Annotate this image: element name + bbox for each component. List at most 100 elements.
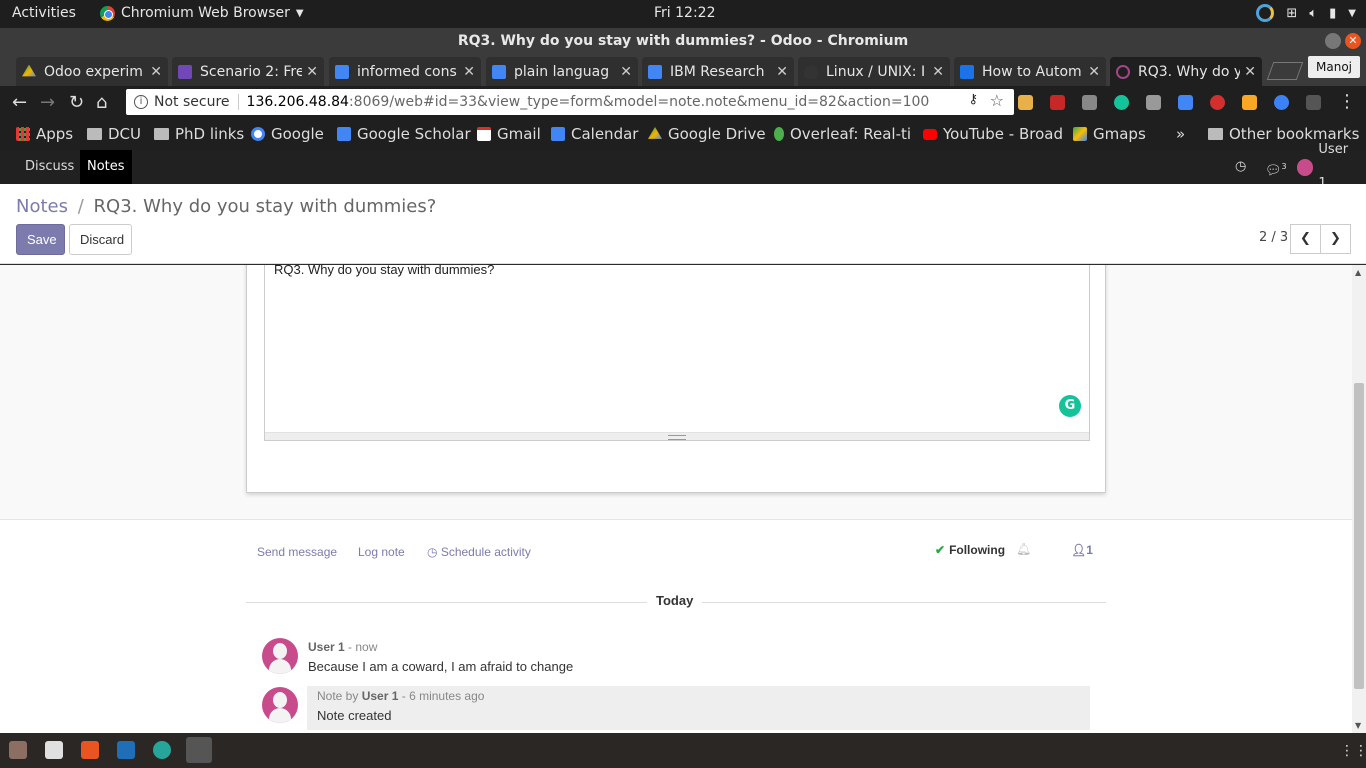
network-icon[interactable]: ⊞ [1286,6,1297,21]
grammarly-extension-icon[interactable] [1114,95,1129,110]
extension-icon[interactable] [1306,95,1321,110]
tab-how-to-automate[interactable]: How to Autom ✕ [954,57,1106,86]
close-window-button[interactable]: ✕ [1345,33,1361,49]
breadcrumb-notes-link[interactable]: Notes [16,196,68,217]
tab-scenario-2[interactable]: Scenario 2: Fre ✕ [172,57,324,86]
tab-close-icon[interactable]: ✕ [1244,64,1256,80]
bookmark-calendar[interactable]: Calendar [551,125,638,143]
software-center-icon[interactable] [81,741,99,759]
bookmark-youtube[interactable]: YouTube - Broad [923,125,1063,143]
vscode-icon[interactable] [117,741,135,759]
send-message-link[interactable]: Send message [257,545,337,559]
followers-button[interactable]: 👤︎1 [1071,543,1093,557]
new-tab-button[interactable] [1266,62,1304,80]
messages-icon[interactable]: 💬︎3 [1258,150,1294,184]
note-editor[interactable]: RQ3. Why do you stay with dummies? G [264,265,1090,441]
extension-icon[interactable] [1082,95,1097,110]
extension-icon[interactable] [1050,95,1065,110]
tab-strip: Odoo experim ✕ Scenario 2: Fre ✕ informe… [0,54,1366,86]
system-menu-chevron-icon[interactable]: ▼ [1348,8,1356,19]
volume-icon[interactable]: 🔈︎ [1309,6,1317,21]
scrollbar-thumb[interactable] [1354,383,1364,689]
bookmark-star-icon[interactable]: ☆ [990,91,1004,110]
bookmark-google-drive[interactable]: Google Drive [648,125,766,143]
tab-odoo-experiment[interactable]: Odoo experim ✕ [16,57,168,86]
app-icon[interactable] [153,741,171,759]
schedule-activity-link[interactable]: ◷ Schedule activity [427,545,531,559]
log-note-link[interactable]: Log note [358,545,405,559]
key-icon[interactable]: ⚷ [968,92,978,107]
back-arrow-icon[interactable]: ← [12,92,27,113]
page-scrollbar[interactable]: ▲ ▼ [1352,265,1366,733]
chromium-dock-icon[interactable] [186,737,212,763]
show-applications-icon[interactable]: ⋮⋮⋮ [1340,743,1366,759]
files-icon[interactable] [9,741,27,759]
bookmark-google-scholar[interactable]: Google Scholar [337,125,471,143]
tab-close-icon[interactable]: ✕ [150,64,162,80]
tab-ibm-research[interactable]: IBM Research ✕ [642,57,794,86]
bookmark-apps[interactable]: Apps [16,125,73,143]
tab-rq3-active[interactable]: RQ3. Why do y ✕ [1110,57,1262,86]
clock[interactable]: Fri 12:22 [654,5,715,21]
address-bar[interactable]: i Not secure 136.206.48.84 :8069/web#id=… [126,89,1014,115]
pager-next-button[interactable]: ❯ [1320,224,1351,254]
message-author[interactable]: User 1 [308,640,345,654]
extension-icon[interactable] [1146,95,1161,110]
activities-button[interactable]: Activities [12,5,76,21]
message-avatar[interactable] [262,638,298,674]
discard-button[interactable]: Discard [69,224,132,255]
save-button[interactable]: Save [16,224,65,255]
extension-icon[interactable] [1210,95,1225,110]
bookmark-dcu[interactable]: DCU [87,125,141,143]
info-icon[interactable]: i [134,95,148,109]
bookmark-google[interactable]: Google [251,125,324,143]
sync-icon[interactable] [1256,4,1275,22]
bookmark-phd-links[interactable]: PhD links [154,125,244,143]
tab-close-icon[interactable]: ✕ [463,64,475,80]
following-button[interactable]: ✔ Following [935,543,1005,557]
resize-handle[interactable] [265,432,1089,440]
pager-previous-button[interactable]: ❮ [1290,224,1321,254]
linux-icon [804,64,818,79]
grammarly-icon[interactable]: G [1059,395,1081,417]
bell-icon[interactable]: 🔔︎ [1016,542,1031,556]
disk-icon[interactable] [45,741,63,759]
user-menu[interactable]: User 1 [1290,142,1366,191]
translate-extension-icon[interactable] [1178,95,1193,110]
forward-arrow-icon[interactable]: → [40,92,55,113]
menu-kebab-icon[interactable]: ⋮ [1338,91,1356,112]
nav-discuss[interactable]: Discuss [18,150,81,184]
nav-notes[interactable]: Notes [80,150,132,184]
tab-close-icon[interactable]: ✕ [1088,64,1100,80]
bookmark-gmail[interactable]: Gmail [477,125,541,143]
minimize-button[interactable] [1325,33,1341,49]
profile-button[interactable]: Manoj [1308,56,1360,78]
tab-close-icon[interactable]: ✕ [306,64,318,80]
tab-close-icon[interactable]: ✕ [932,64,944,80]
tab-close-icon[interactable]: ✕ [776,64,788,80]
docs-icon [335,64,349,79]
note-avatar[interactable] [262,687,298,723]
note-author[interactable]: User 1 [362,689,399,703]
bookmark-gmaps[interactable]: Gmaps [1073,125,1146,143]
note-text[interactable]: RQ3. Why do you stay with dummies? [274,265,494,277]
scroll-up-icon[interactable]: ▲ [1355,268,1361,277]
message-time: - now [344,640,378,654]
app-menu[interactable]: Chromium Web Browser ▼ [100,5,304,21]
bookmark-overleaf[interactable]: Overleaf: Real-ti [774,125,911,143]
control-panel: Notes / RQ3. Why do you stay with dummie… [0,184,1366,264]
tab-close-icon[interactable]: ✕ [620,64,632,80]
battery-icon[interactable]: ▮ [1329,6,1336,21]
extension-icon[interactable] [1018,95,1033,110]
more-bookmarks-button[interactable]: » [1176,125,1185,143]
tab-linux-unix[interactable]: Linux / UNIX: I ✕ [798,57,950,86]
activity-clock-icon[interactable]: ◷ [1228,150,1253,184]
system-tray[interactable]: ⊞ 🔈︎ ▮ ▼ [1256,4,1356,22]
reload-icon[interactable]: ↻ [69,92,84,113]
tab-informed-consent[interactable]: informed cons ✕ [329,57,481,86]
home-icon[interactable]: ⌂ [96,92,107,113]
extension-icon[interactable] [1274,95,1289,110]
scroll-down-icon[interactable]: ▼ [1355,721,1361,730]
tab-plain-language[interactable]: plain languag ✕ [486,57,638,86]
extension-icon[interactable] [1242,95,1257,110]
